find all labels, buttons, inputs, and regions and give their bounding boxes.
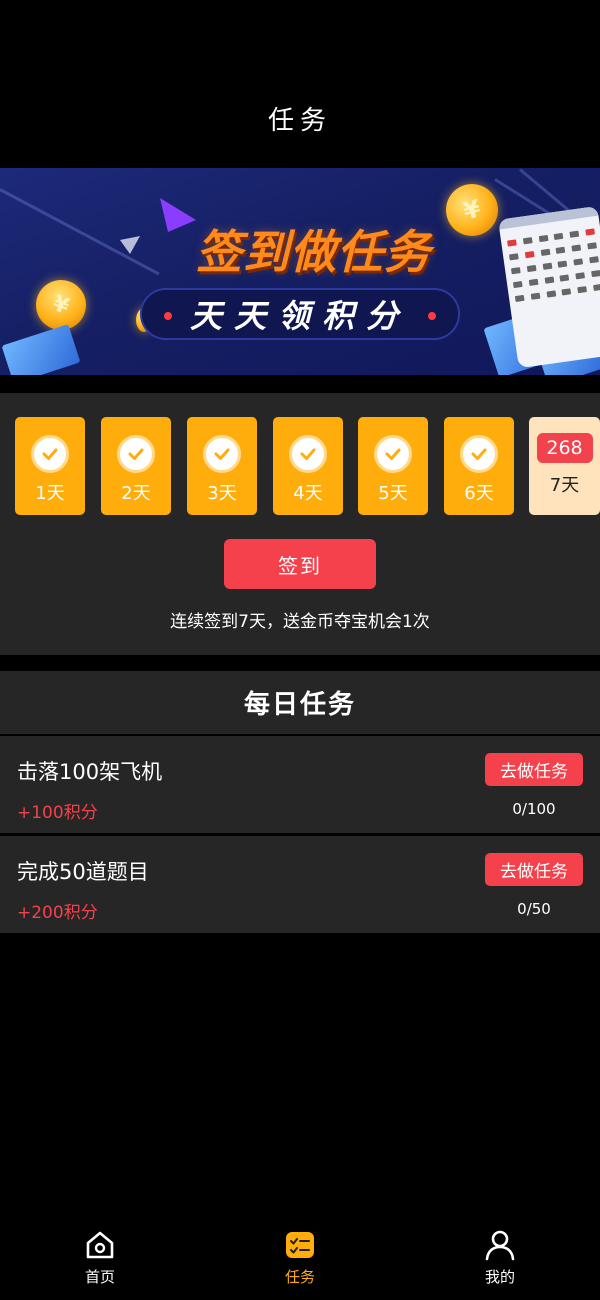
- day-label: 1天: [35, 483, 65, 504]
- day-label: 2天: [121, 483, 151, 504]
- profile-icon: [485, 1230, 515, 1261]
- pill-dot: [428, 312, 436, 320]
- signin-hint: 连续签到7天，送金币夺宝机会1次: [170, 612, 430, 632]
- checkmark-icon: [203, 435, 241, 473]
- task-page: 任务 ¥ ¥ 签到做任务 天天领积分 1天 2天 3天 4天 5天 6天 268…: [0, 0, 600, 1300]
- checkmark-icon: [289, 435, 327, 473]
- gray-triangle-decoration: [120, 236, 140, 254]
- nav-label: 任务: [284, 1268, 315, 1286]
- checkmark-icon: [31, 435, 69, 473]
- banner-headline: 签到做任务: [196, 225, 431, 279]
- gold-coin-icon: ¥: [440, 178, 504, 242]
- task-progress: 0/100: [512, 800, 556, 818]
- banner-subline: 天天领积分: [189, 297, 410, 335]
- daily-tasks-title: 每日任务: [0, 671, 600, 734]
- checkin-day-6[interactable]: 6天: [444, 417, 514, 515]
- checkmark-icon: [374, 435, 412, 473]
- task-reward: +100积分: [17, 803, 98, 823]
- task-reward: +200积分: [17, 903, 98, 923]
- day-label: 3天: [207, 483, 237, 504]
- pill-dot: [164, 312, 172, 320]
- reward-badge: 268: [536, 433, 593, 463]
- task-row: 击落100架飞机 +100积分 去做任务 0/100: [0, 736, 600, 833]
- checkin-panel: 1天 2天 3天 4天 5天 6天 268 7天 签到 连续签到7天，送金币夺宝…: [0, 393, 600, 655]
- checkin-day-2[interactable]: 2天: [101, 417, 171, 515]
- bottom-nav: 首页 任务 我的: [0, 1228, 600, 1300]
- do-task-button[interactable]: 去做任务: [485, 853, 583, 886]
- page-title: 任务: [267, 106, 332, 136]
- banner-decoration-stripe: [0, 188, 160, 276]
- nav-item-tasks[interactable]: 任务: [240, 1228, 360, 1287]
- nav-item-home[interactable]: 首页: [40, 1228, 160, 1287]
- task-title: 击落100架飞机: [17, 760, 163, 784]
- banner-subline-pill: 天天领积分: [140, 288, 460, 340]
- checkin-day-7[interactable]: 268 7天: [529, 417, 600, 515]
- day-label: 6天: [464, 483, 494, 504]
- purple-triangle-decoration: [160, 198, 196, 232]
- day-label: 5天: [378, 483, 408, 504]
- task-title: 完成50道题目: [17, 860, 149, 884]
- day-label: 4天: [293, 483, 323, 504]
- checkin-day-5[interactable]: 5天: [358, 417, 428, 515]
- task-progress: 0/50: [517, 900, 551, 918]
- promo-banner[interactable]: ¥ ¥ 签到做任务 天天领积分: [0, 168, 600, 375]
- day-label: 7天: [549, 475, 580, 496]
- signin-button[interactable]: 签到: [224, 539, 376, 589]
- checkin-day-4[interactable]: 4天: [273, 417, 343, 515]
- checkmark-icon: [460, 435, 498, 473]
- checkin-day-1[interactable]: 1天: [15, 417, 85, 515]
- do-task-button[interactable]: 去做任务: [485, 753, 583, 786]
- checkmark-icon: [117, 435, 155, 473]
- ticket-decoration: [1, 324, 81, 375]
- home-icon: [86, 1231, 114, 1259]
- task-row: 完成50道题目 +200积分 去做任务 0/50: [0, 836, 600, 933]
- top-bar: 任务: [0, 0, 600, 168]
- nav-label: 首页: [84, 1268, 115, 1286]
- nav-label: 我的: [484, 1268, 515, 1286]
- task-list-icon: [286, 1232, 314, 1258]
- nav-item-profile[interactable]: 我的: [440, 1228, 560, 1287]
- checkin-day-3[interactable]: 3天: [187, 417, 257, 515]
